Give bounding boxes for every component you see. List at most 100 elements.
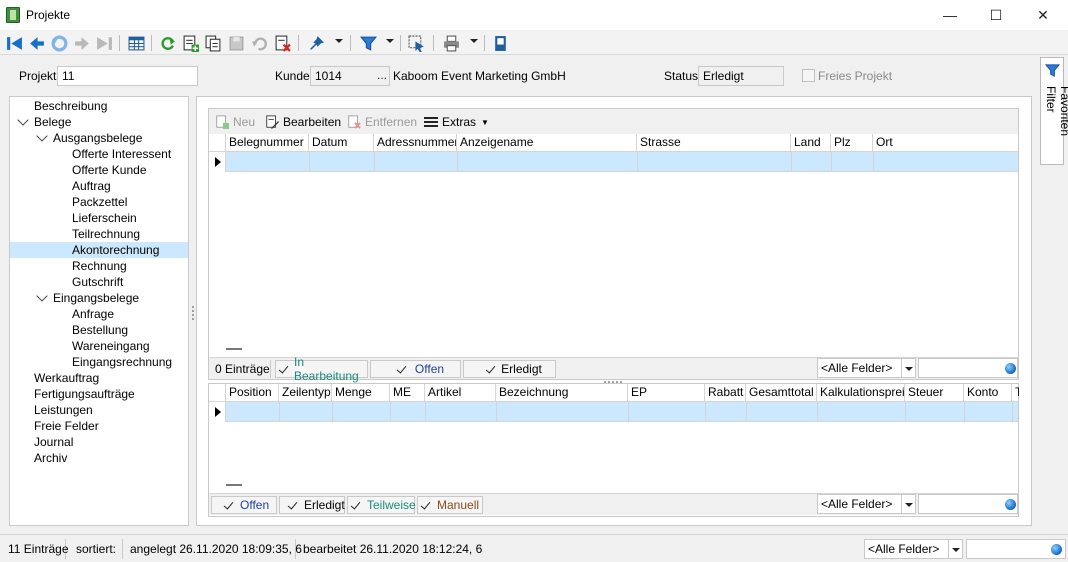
- column-header[interactable]: Ort: [873, 134, 1018, 152]
- column-header[interactable]: Artikel: [425, 384, 496, 402]
- chevron-down-icon[interactable]: [36, 130, 48, 142]
- maximize-button[interactable]: ☐: [973, 0, 1019, 30]
- tree-item-journal[interactable]: Journal: [34, 434, 73, 450]
- tree-item-belege[interactable]: Belege: [34, 114, 71, 130]
- tree-item-fertigungsauftraege[interactable]: Fertigungsaufträge: [34, 386, 135, 402]
- close-button[interactable]: ✕: [1020, 0, 1066, 30]
- filter-offen-button[interactable]: Offen: [211, 496, 277, 514]
- last-record-icon[interactable]: [94, 33, 114, 53]
- column-header[interactable]: Strasse: [637, 134, 791, 152]
- bearbeiten-button[interactable]: Bearbeiten: [265, 114, 341, 130]
- copy-record-icon[interactable]: [203, 33, 223, 53]
- tree-item-leistungen[interactable]: Leistungen: [34, 402, 93, 418]
- favorites-filter-tab[interactable]: Favoriten Filter: [1040, 57, 1068, 165]
- column-header[interactable]: Adressnummer: [374, 134, 457, 152]
- column-header[interactable]: Kalkulationspreis: [817, 384, 905, 402]
- status-field[interactable]: Erledigt: [698, 66, 784, 86]
- column-header[interactable]: Land: [791, 134, 831, 152]
- upper-search-input[interactable]: [918, 358, 1018, 378]
- back-circle-icon[interactable]: [49, 33, 69, 53]
- column-header[interactable]: Belegnummer: [226, 134, 309, 152]
- column-header[interactable]: Position: [226, 384, 279, 402]
- tree-item-eingangsrechnung[interactable]: Eingangsrechnung: [72, 354, 172, 370]
- delete-record-icon[interactable]: [272, 33, 292, 53]
- previous-record-icon[interactable]: [26, 33, 46, 53]
- tree-item-packzettel[interactable]: Packzettel: [72, 194, 127, 210]
- lower-field-selector-dropdown[interactable]: [901, 494, 916, 514]
- neu-button[interactable]: Neu: [215, 114, 255, 130]
- vertical-splitter[interactable]: [192, 306, 194, 320]
- upper-field-selector[interactable]: <Alle Felder>: [817, 358, 902, 378]
- save-record-icon[interactable]: [226, 33, 246, 53]
- new-record-icon[interactable]: [180, 33, 200, 53]
- filter-teilweise-button[interactable]: Teilweise: [347, 496, 416, 514]
- tree-item-auftrag[interactable]: Auftrag: [72, 178, 111, 194]
- filter-erledigt-button[interactable]: Erledigt: [279, 496, 345, 514]
- next-record-icon[interactable]: [72, 33, 92, 53]
- tree-item-gutschrift[interactable]: Gutschrift: [72, 274, 123, 290]
- status-field-selector[interactable]: <Alle Felder>: [864, 539, 949, 559]
- column-header[interactable]: Plz: [831, 134, 873, 152]
- tree-item-lieferschein[interactable]: Lieferschein: [72, 210, 137, 226]
- column-header[interactable]: T: [1012, 384, 1019, 402]
- column-header[interactable]: Konto: [964, 384, 1012, 402]
- column-header[interactable]: Anzeigename: [457, 134, 637, 152]
- upper-field-selector-dropdown[interactable]: [901, 358, 916, 378]
- globe-icon[interactable]: [1051, 544, 1062, 555]
- table-row[interactable]: [209, 402, 1018, 422]
- print-dropdown-icon[interactable]: [470, 39, 478, 43]
- tree-item-werkauftrag[interactable]: Werkauftrag: [34, 370, 99, 386]
- column-header[interactable]: Zeilentyp: [279, 384, 332, 402]
- globe-icon[interactable]: [1005, 363, 1016, 374]
- filter-erledigt-button[interactable]: Erledigt: [463, 360, 556, 378]
- column-header[interactable]: Gesamttotal: [746, 384, 817, 402]
- tree-item-rechnung[interactable]: Rechnung: [72, 258, 127, 274]
- filter-in-bearbeitung-button[interactable]: In Bearbeitung: [275, 355, 368, 383]
- cursor-select-icon[interactable]: [406, 33, 426, 53]
- filter-manuell-button[interactable]: Manuell: [417, 496, 483, 514]
- tree-item-wareneingang[interactable]: Wareneingang: [72, 338, 150, 354]
- freies-projekt-checkbox[interactable]: [802, 69, 815, 82]
- status-field-selector-dropdown[interactable]: [948, 539, 963, 559]
- column-header[interactable]: Steuer: [905, 384, 964, 402]
- pin-icon[interactable]: [306, 33, 326, 53]
- projekt-field[interactable]: 11: [57, 66, 198, 86]
- column-header[interactable]: Rabatt: [705, 384, 746, 402]
- lower-search-input[interactable]: [918, 494, 1018, 514]
- lower-field-selector[interactable]: <Alle Felder>: [817, 494, 902, 514]
- table-row[interactable]: [209, 152, 1018, 172]
- minimize-button[interactable]: —: [927, 0, 973, 30]
- layout-icon[interactable]: [490, 33, 510, 53]
- tree-item-anfrage[interactable]: Anfrage: [72, 306, 114, 322]
- extras-button[interactable]: Extras ▼: [424, 114, 489, 130]
- tree-item-teilrechnung[interactable]: Teilrechnung: [72, 226, 140, 242]
- tree-item-offerte-kunde[interactable]: Offerte Kunde: [72, 162, 147, 178]
- filter-icon[interactable]: [358, 33, 378, 53]
- tree-item-archiv[interactable]: Archiv: [34, 450, 67, 466]
- kunde-lookup-button[interactable]: ...: [374, 68, 390, 86]
- first-record-icon[interactable]: [4, 33, 24, 53]
- column-header[interactable]: EP: [628, 384, 705, 402]
- print-icon[interactable]: [441, 33, 461, 53]
- column-header[interactable]: Datum: [309, 134, 374, 152]
- entfernen-button[interactable]: Entfernen: [347, 114, 417, 130]
- chevron-down-icon[interactable]: [17, 114, 29, 126]
- tree-item-freie-felder[interactable]: Freie Felder: [34, 418, 99, 434]
- column-header[interactable]: Bezeichnung: [496, 384, 628, 402]
- table-view-icon[interactable]: [126, 33, 146, 53]
- chevron-down-icon[interactable]: [36, 290, 48, 302]
- tree-item-eingangsbelege[interactable]: Eingangsbelege: [53, 290, 139, 306]
- refresh-icon[interactable]: [157, 33, 177, 53]
- tree-item-ausgangsbelege[interactable]: Ausgangsbelege: [53, 130, 142, 146]
- tree-item-akontorechnung[interactable]: Akontorechnung: [72, 242, 159, 258]
- status-search-input[interactable]: [966, 539, 1066, 559]
- globe-icon[interactable]: [1005, 499, 1016, 510]
- column-header[interactable]: Menge: [332, 384, 390, 402]
- tree-item-offerte-interessent[interactable]: Offerte Interessent: [72, 146, 171, 162]
- column-header[interactable]: ME: [390, 384, 425, 402]
- filter-dropdown-icon[interactable]: [386, 39, 394, 43]
- tree-item-beschreibung[interactable]: Beschreibung: [34, 98, 107, 114]
- tree-item-bestellung[interactable]: Bestellung: [72, 322, 128, 338]
- filter-offen-button[interactable]: Offen: [370, 360, 461, 378]
- undo-icon[interactable]: [249, 33, 269, 53]
